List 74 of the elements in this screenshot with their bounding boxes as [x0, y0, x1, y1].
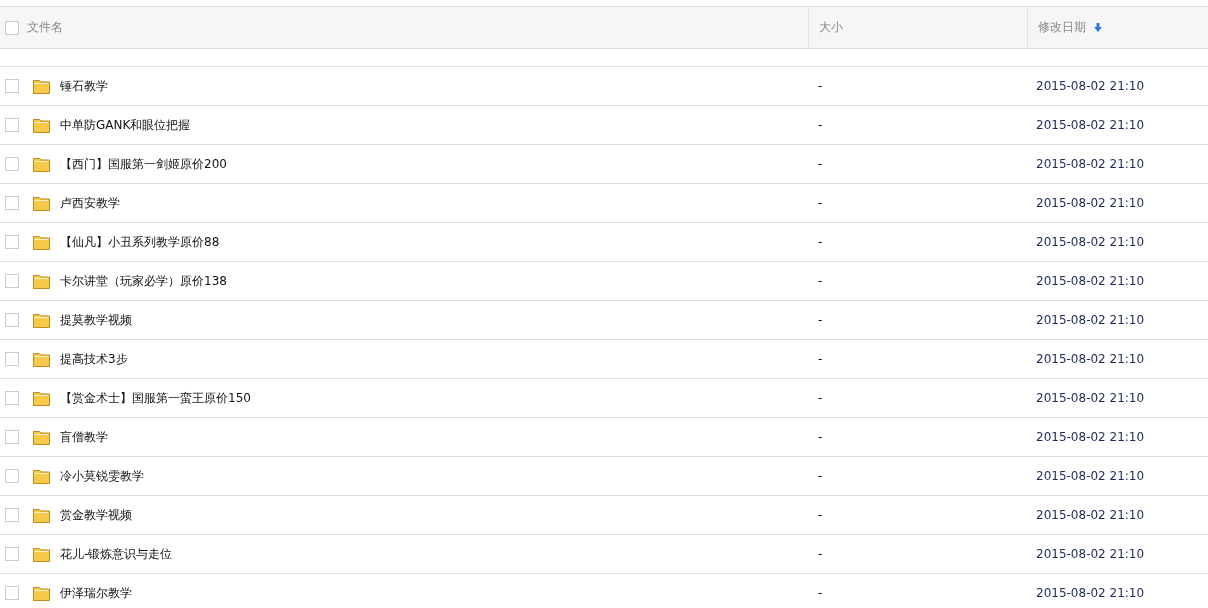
file-name[interactable]: 提莫教学视频 [60, 311, 132, 329]
row-checkbox[interactable] [5, 196, 19, 210]
file-size: - [817, 79, 824, 93]
row-checkbox[interactable] [5, 547, 19, 561]
modified-date: 2015-08-02 21:10 [1035, 508, 1146, 522]
row-checkbox[interactable] [5, 118, 19, 132]
modified-date: 2015-08-02 21:10 [1035, 430, 1146, 444]
row-checkbox[interactable] [5, 430, 19, 444]
folder-icon [33, 273, 50, 289]
folder-icon [33, 312, 50, 328]
file-name[interactable]: 提高技术3步 [60, 350, 128, 368]
modified-date: 2015-08-02 21:10 [1035, 469, 1146, 483]
file-name[interactable]: 赏金教学视频 [60, 506, 132, 524]
file-name[interactable]: 卡尔讲堂（玩家必学）原价138 [60, 272, 227, 290]
file-size: - [817, 586, 824, 600]
folder-icon [33, 234, 50, 250]
file-name[interactable]: 花儿-锻炼意识与走位 [60, 545, 173, 563]
modified-date: 2015-08-02 21:10 [1035, 79, 1146, 93]
file-name[interactable]: 冷小莫锐雯教学 [60, 467, 144, 485]
modified-date: 2015-08-02 21:10 [1035, 352, 1146, 366]
file-name[interactable]: 【西门】国服第一剑姬原价200 [60, 155, 227, 173]
row-checkbox[interactable] [5, 157, 19, 171]
file-name[interactable]: 【赏金术士】国服第一蛮王原价150 [60, 389, 251, 407]
file-size: - [817, 313, 824, 327]
folder-icon [33, 156, 50, 172]
file-size: - [817, 274, 824, 288]
file-name[interactable]: 盲僧教学 [60, 428, 108, 446]
row-checkbox[interactable] [5, 313, 19, 327]
select-all-checkbox[interactable] [5, 20, 19, 35]
file-size: - [817, 118, 824, 132]
file-name[interactable]: 锤石教学 [60, 77, 108, 95]
file-size: - [817, 157, 824, 171]
folder-icon [33, 585, 50, 601]
row-checkbox[interactable] [5, 508, 19, 522]
folder-icon [33, 78, 50, 94]
file-size: - [817, 430, 824, 444]
file-name[interactable]: 卢西安教学 [60, 194, 120, 212]
column-header[interactable]: 修改日期 [1038, 19, 1086, 36]
modified-date: 2015-08-02 21:10 [1035, 196, 1146, 210]
folder-icon [33, 390, 50, 406]
modified-date: 2015-08-02 21:10 [1035, 235, 1146, 249]
folder-icon [33, 117, 50, 133]
folder-icon [33, 351, 50, 367]
folder-icon [33, 429, 50, 445]
file-size: - [817, 469, 824, 483]
column-header[interactable]: 大小 [819, 19, 843, 36]
row-checkbox[interactable] [5, 235, 19, 249]
file-size: - [817, 391, 824, 405]
row-checkbox[interactable] [5, 79, 19, 93]
modified-date: 2015-08-02 21:10 [1035, 118, 1146, 132]
modified-date: 2015-08-02 21:10 [1035, 274, 1146, 288]
row-checkbox[interactable] [5, 274, 19, 288]
file-size: - [817, 235, 824, 249]
file-size: - [817, 508, 824, 522]
modified-date: 2015-08-02 21:10 [1035, 391, 1146, 405]
folder-icon [33, 507, 50, 523]
file-size: - [817, 352, 824, 366]
sort-arrow-icon [1094, 23, 1102, 32]
file-name[interactable]: 伊泽瑞尔教学 [60, 584, 132, 602]
modified-date: 2015-08-02 21:10 [1035, 313, 1146, 327]
folder-icon [33, 468, 50, 484]
file-name[interactable]: 【仙凡】小丑系列教学原价88 [60, 233, 220, 251]
row-checkbox[interactable] [5, 391, 19, 405]
row-checkbox[interactable] [5, 469, 19, 483]
modified-date: 2015-08-02 21:10 [1035, 157, 1146, 171]
file-size: - [817, 547, 824, 561]
folder-icon [33, 195, 50, 211]
modified-date: 2015-08-02 21:10 [1035, 547, 1146, 561]
row-checkbox[interactable] [5, 586, 19, 600]
modified-date: 2015-08-02 21:10 [1035, 586, 1146, 600]
row-checkbox[interactable] [5, 352, 19, 366]
file-size: - [817, 196, 824, 210]
file-name[interactable]: 中单防GANK和眼位把握 [60, 116, 191, 134]
folder-icon [33, 546, 50, 562]
